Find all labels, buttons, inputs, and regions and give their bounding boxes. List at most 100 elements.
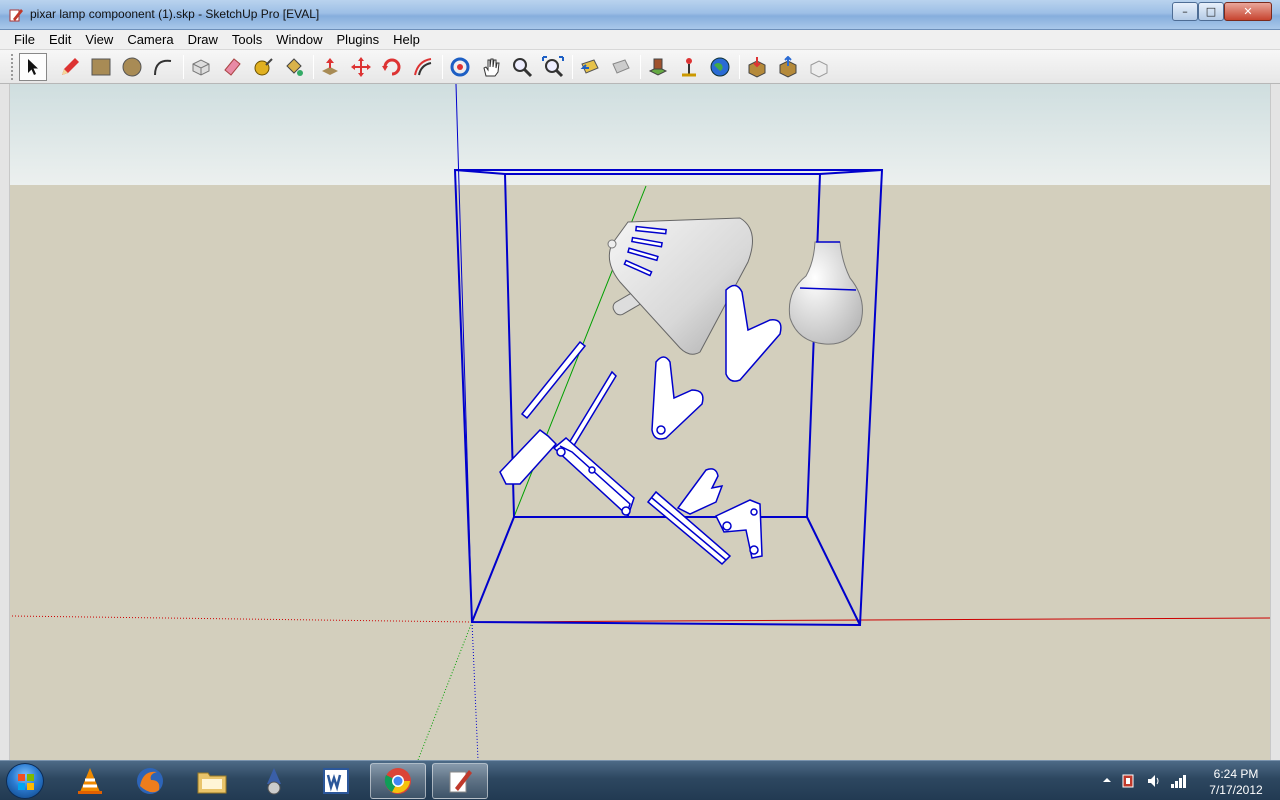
share-component-tool-button[interactable] <box>805 53 833 81</box>
share-model-tool-button[interactable] <box>774 53 802 81</box>
zoom-extents-tool-button[interactable] <box>539 53 567 81</box>
make-component-tool-button[interactable] <box>187 53 215 81</box>
pencil-tool-button[interactable] <box>56 53 84 81</box>
hand-icon <box>483 58 500 77</box>
clock-time: 6:24 PM <box>1213 767 1259 781</box>
pan-tool-button[interactable] <box>477 53 505 81</box>
taskbar-sketchup[interactable] <box>432 763 488 799</box>
orbit-tool-button[interactable] <box>446 53 474 81</box>
wizard-icon <box>267 768 281 795</box>
main-toolbar <box>0 50 1280 84</box>
paint-bucket-tool-button[interactable] <box>280 53 308 81</box>
windows-taskbar: 6:24 PM 7/17/2012 <box>0 760 1280 800</box>
tape-measure-icon <box>254 58 273 76</box>
network-signal-icon[interactable] <box>1170 773 1188 789</box>
get-models-tool-button[interactable] <box>743 53 771 81</box>
word-icon <box>323 768 349 794</box>
windows-logo-icon <box>18 774 34 790</box>
window-title-bar[interactable]: pixar lamp compoonent (1).skp - SketchUp… <box>0 0 1280 30</box>
earth-icon <box>710 57 730 77</box>
minimize-button[interactable]: – <box>1172 2 1198 21</box>
offset-tool-button[interactable] <box>409 53 437 81</box>
viewport-right-frame <box>1270 84 1280 760</box>
previous-view-tool-button[interactable] <box>576 53 604 81</box>
toolbar-separator <box>739 55 740 79</box>
push-pull-tool-button[interactable] <box>316 53 344 81</box>
share-model-icon <box>779 56 797 78</box>
close-icon: ✕ <box>1243 5 1253 18</box>
terrain-tool-button[interactable] <box>675 53 703 81</box>
rotate-tool-button[interactable] <box>378 53 406 81</box>
zoom-tool-button[interactable] <box>508 53 536 81</box>
toolbar-separator <box>442 55 443 79</box>
sketchup-app-icon <box>9 9 23 22</box>
taskbar-explorer[interactable] <box>184 763 240 799</box>
next-view-icon <box>612 59 630 74</box>
add-location-tool-button[interactable] <box>644 53 672 81</box>
menu-bar: File Edit View Camera Draw Tools Window … <box>0 30 1280 50</box>
get-models-icon <box>748 57 766 78</box>
sketchup-icon <box>449 770 472 793</box>
show-hidden-icons-icon[interactable] <box>1102 775 1112 785</box>
terrain-icon <box>682 58 696 77</box>
taskbar-chrome[interactable] <box>370 763 426 799</box>
move-icon <box>351 57 371 77</box>
arc-tool-button[interactable] <box>149 53 177 81</box>
taskbar-wizard-app[interactable] <box>246 763 302 799</box>
previous-view-icon <box>580 59 599 74</box>
menu-help[interactable]: Help <box>386 30 427 50</box>
pencil-icon <box>62 58 79 75</box>
paint-bucket-icon <box>286 58 303 76</box>
minimize-icon: – <box>1182 5 1188 18</box>
menu-window[interactable]: Window <box>269 30 329 50</box>
magnifier-icon <box>513 58 533 78</box>
eraser-tool-button[interactable] <box>218 53 246 81</box>
vlc-cone-icon <box>78 768 102 794</box>
volume-icon[interactable] <box>1146 773 1162 789</box>
taskbar-vlc[interactable] <box>62 763 118 799</box>
folder-icon <box>197 772 227 794</box>
taskbar-word[interactable] <box>308 763 364 799</box>
system-clock[interactable]: 6:24 PM 7/17/2012 <box>1196 766 1276 798</box>
tape-measure-tool-button[interactable] <box>249 53 277 81</box>
viewport-left-frame <box>0 84 10 760</box>
menu-view[interactable]: View <box>78 30 120 50</box>
menu-file[interactable]: File <box>7 30 42 50</box>
rectangle-icon <box>91 58 111 76</box>
eraser-icon <box>224 58 241 76</box>
power-icon[interactable] <box>1120 773 1136 789</box>
toolbar-separator <box>313 55 314 79</box>
toolbar-separator <box>572 55 573 79</box>
toolbar-separator <box>183 55 184 79</box>
zoom-extents-icon <box>542 56 564 78</box>
arrow-cursor-icon <box>28 59 38 75</box>
menu-camera[interactable]: Camera <box>120 30 180 50</box>
window-title: pixar lamp compoonent (1).skp - SketchUp… <box>30 7 320 21</box>
system-tray <box>1098 761 1198 800</box>
select-tool-button[interactable] <box>19 53 47 81</box>
orbit-icon <box>450 57 470 77</box>
maximize-icon: □ <box>1205 5 1217 18</box>
chrome-icon <box>384 768 411 794</box>
menu-edit[interactable]: Edit <box>42 30 78 50</box>
move-tool-button[interactable] <box>347 53 375 81</box>
clock-date: 7/17/2012 <box>1209 783 1263 797</box>
menu-plugins[interactable]: Plugins <box>330 30 387 50</box>
next-view-tool-button[interactable] <box>607 53 635 81</box>
location-icon <box>648 58 668 76</box>
circle-tool-button[interactable] <box>118 53 146 81</box>
taskbar-firefox[interactable] <box>122 763 178 799</box>
menu-tools[interactable]: Tools <box>225 30 269 50</box>
drawing-viewport[interactable] <box>0 84 1280 760</box>
rectangle-tool-button[interactable] <box>87 53 115 81</box>
model-scene[interactable] <box>0 84 1280 760</box>
google-earth-tool-button[interactable] <box>706 53 734 81</box>
toolbar-grip[interactable] <box>11 54 15 80</box>
maximize-button[interactable]: □ <box>1198 2 1224 21</box>
rotate-icon <box>382 58 401 76</box>
offset-icon <box>414 58 432 76</box>
menu-draw[interactable]: Draw <box>181 30 225 50</box>
start-button[interactable] <box>6 763 44 799</box>
close-button[interactable]: ✕ <box>1224 2 1272 21</box>
arc-icon <box>154 59 172 76</box>
